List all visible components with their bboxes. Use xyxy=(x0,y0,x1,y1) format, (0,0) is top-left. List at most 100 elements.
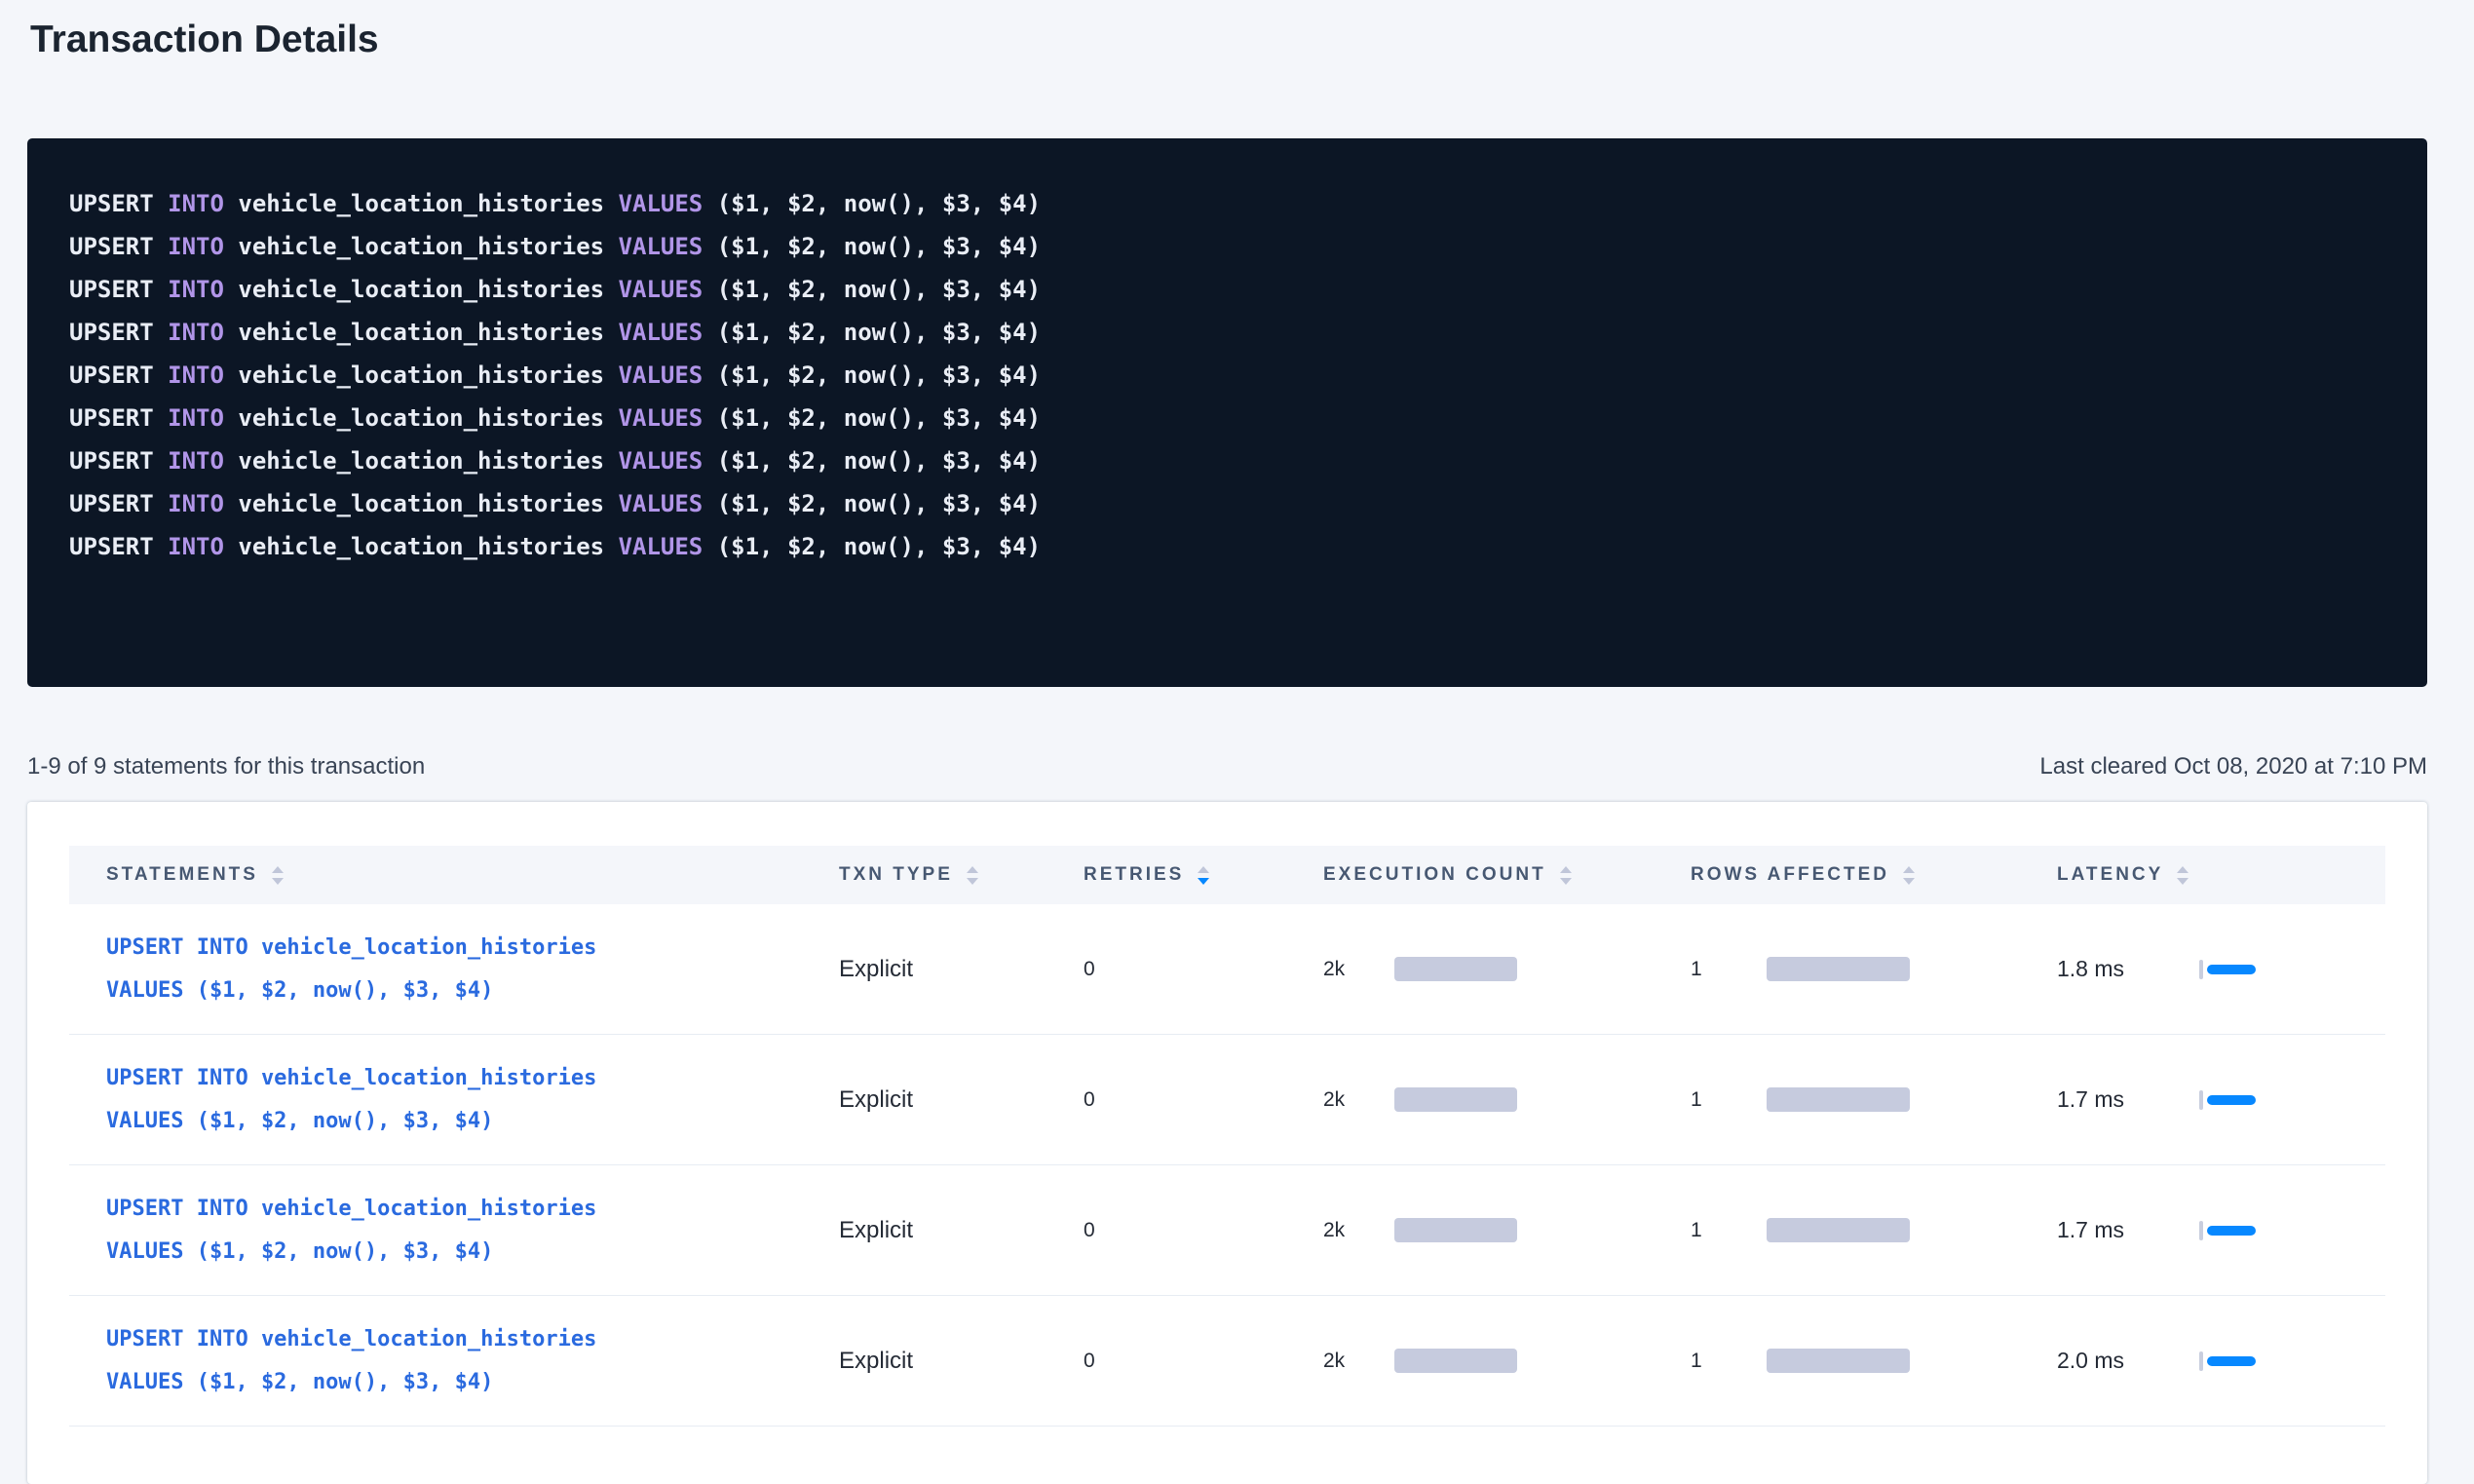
latency-axis-tick xyxy=(2199,960,2203,979)
latency-bar-chart xyxy=(2199,1351,2256,1371)
column-header-label: ROWS AFFECTED xyxy=(1691,864,1889,886)
sql-table-name: vehicle_location_histories xyxy=(238,533,604,560)
caret-up-icon xyxy=(2177,866,2189,873)
execution-count-bar xyxy=(1394,1349,1517,1373)
latency-bar xyxy=(2207,965,2256,974)
column-header-txn-type[interactable]: TXN TYPE xyxy=(839,864,1084,886)
sql-keyword: UPSERT xyxy=(69,361,154,389)
sql-keyword: VALUES xyxy=(619,233,704,260)
execution-count-cell: 2k xyxy=(1323,1349,1691,1373)
sql-params: ($1, $2, now(), $3, $4) xyxy=(717,361,1041,389)
sql-table-name: vehicle_location_histories xyxy=(238,447,604,475)
latency-value: 2.0 ms xyxy=(2057,1348,2164,1374)
retries-cell: 0 xyxy=(1084,1350,1323,1373)
txn-type-cell: Explicit xyxy=(839,956,1084,983)
sql-keyword: INTO xyxy=(168,361,224,389)
statements-table-card: STATEMENTS TXN TYPE RETRIES EXECUTION CO… xyxy=(27,802,2427,1484)
column-header-label: EXECUTION COUNT xyxy=(1323,864,1546,886)
caret-down-icon xyxy=(1198,878,1209,885)
column-header-rows-affected[interactable]: ROWS AFFECTED xyxy=(1691,864,2057,886)
latency-bar-chart xyxy=(2199,960,2256,979)
column-header-latency[interactable]: LATENCY xyxy=(2057,864,2385,886)
sql-table-name: vehicle_location_histories xyxy=(238,190,604,217)
latency-cell: 1.7 ms xyxy=(2057,1217,2385,1243)
latency-cell: 2.0 ms xyxy=(2057,1348,2385,1374)
sql-line: UPSERT INTO vehicle_location_histories V… xyxy=(69,482,2388,525)
sql-keyword: INTO xyxy=(168,490,224,517)
retries-cell: 0 xyxy=(1084,958,1323,981)
sql-params: ($1, $2, now(), $3, $4) xyxy=(717,490,1041,517)
statement-link[interactable]: UPSERT INTO vehicle_location_histories V… xyxy=(69,1318,839,1404)
retries-cell: 0 xyxy=(1084,1088,1323,1112)
column-header-retries[interactable]: RETRIES xyxy=(1084,864,1323,886)
latency-cell: 1.8 ms xyxy=(2057,956,2385,982)
sort-carets-icon[interactable] xyxy=(1198,866,1209,885)
sql-line: UPSERT INTO vehicle_location_histories V… xyxy=(69,397,2388,439)
sql-line: UPSERT INTO vehicle_location_histories V… xyxy=(69,225,2388,268)
statement-link[interactable]: UPSERT INTO vehicle_location_histories V… xyxy=(69,927,839,1012)
latency-bar-chart xyxy=(2199,1221,2256,1240)
execution-count-bar xyxy=(1394,1218,1517,1242)
table-header-row: STATEMENTS TXN TYPE RETRIES EXECUTION CO… xyxy=(69,846,2385,904)
sql-keyword: UPSERT xyxy=(69,533,154,560)
latency-value: 1.8 ms xyxy=(2057,956,2164,982)
sort-carets-icon[interactable] xyxy=(272,866,284,885)
sql-table-name: vehicle_location_histories xyxy=(238,276,604,303)
rows-affected-bar xyxy=(1767,1218,1910,1242)
sql-params: ($1, $2, now(), $3, $4) xyxy=(717,404,1041,432)
sql-line: UPSERT INTO vehicle_location_histories V… xyxy=(69,354,2388,397)
sql-line: UPSERT INTO vehicle_location_histories V… xyxy=(69,311,2388,354)
rows-affected-cell: 1 xyxy=(1691,1349,2057,1373)
sort-carets-icon[interactable] xyxy=(2177,866,2189,885)
execution-count-bar xyxy=(1394,1087,1517,1112)
sort-carets-icon[interactable] xyxy=(1560,866,1572,885)
txn-type-cell: Explicit xyxy=(839,1217,1084,1244)
statements-count-text: 1-9 of 9 statements for this transaction xyxy=(27,753,425,780)
sql-keyword: UPSERT xyxy=(69,404,154,432)
sql-table-name: vehicle_location_histories xyxy=(238,404,604,432)
rows-affected-value: 1 xyxy=(1691,958,1767,981)
latency-value: 1.7 ms xyxy=(2057,1217,2164,1243)
sql-keyword: UPSERT xyxy=(69,276,154,303)
latency-bar xyxy=(2207,1226,2256,1236)
caret-up-icon xyxy=(1560,866,1572,873)
sql-keyword: INTO xyxy=(168,190,224,217)
sort-carets-icon[interactable] xyxy=(1903,866,1915,885)
sql-line: UPSERT INTO vehicle_location_histories V… xyxy=(69,268,2388,311)
sql-params: ($1, $2, now(), $3, $4) xyxy=(717,190,1041,217)
latency-cell: 1.7 ms xyxy=(2057,1086,2385,1113)
sql-keyword: VALUES xyxy=(619,190,704,217)
sql-line: UPSERT INTO vehicle_location_histories V… xyxy=(69,182,2388,225)
caret-up-icon xyxy=(1903,866,1915,873)
sql-table-name: vehicle_location_histories xyxy=(238,361,604,389)
sql-params: ($1, $2, now(), $3, $4) xyxy=(717,276,1041,303)
rows-affected-value: 1 xyxy=(1691,1350,1767,1373)
sort-carets-icon[interactable] xyxy=(967,866,978,885)
column-header-statements[interactable]: STATEMENTS xyxy=(69,864,839,886)
rows-affected-cell: 1 xyxy=(1691,1218,2057,1242)
column-header-execution-count[interactable]: EXECUTION COUNT xyxy=(1323,864,1691,886)
sql-table-name: vehicle_location_histories xyxy=(238,319,604,346)
rows-affected-bar xyxy=(1767,1349,1910,1373)
sql-statements-panel: UPSERT INTO vehicle_location_histories V… xyxy=(27,138,2427,687)
statement-cell: UPSERT INTO vehicle_location_histories V… xyxy=(69,1188,839,1274)
rows-affected-cell: 1 xyxy=(1691,1087,2057,1112)
execution-count-bar xyxy=(1394,957,1517,981)
column-header-label: RETRIES xyxy=(1084,864,1184,886)
table-row: UPSERT INTO vehicle_location_histories V… xyxy=(69,1035,2385,1165)
sql-params: ($1, $2, now(), $3, $4) xyxy=(717,447,1041,475)
txn-type-cell: Explicit xyxy=(839,1348,1084,1375)
page-title: Transaction Details xyxy=(30,18,2447,61)
sql-keyword: VALUES xyxy=(619,490,704,517)
execution-count-value: 2k xyxy=(1323,1350,1394,1373)
sql-keyword: UPSERT xyxy=(69,233,154,260)
execution-count-value: 2k xyxy=(1323,958,1394,981)
sql-keyword: VALUES xyxy=(619,533,704,560)
statement-link[interactable]: UPSERT INTO vehicle_location_histories V… xyxy=(69,1188,839,1274)
caret-down-icon xyxy=(2177,878,2189,885)
latency-axis-tick xyxy=(2199,1090,2203,1110)
column-header-label: STATEMENTS xyxy=(106,864,258,886)
latency-bar xyxy=(2207,1356,2256,1366)
statement-link[interactable]: UPSERT INTO vehicle_location_histories V… xyxy=(69,1057,839,1143)
latency-bar-chart xyxy=(2199,1090,2256,1110)
